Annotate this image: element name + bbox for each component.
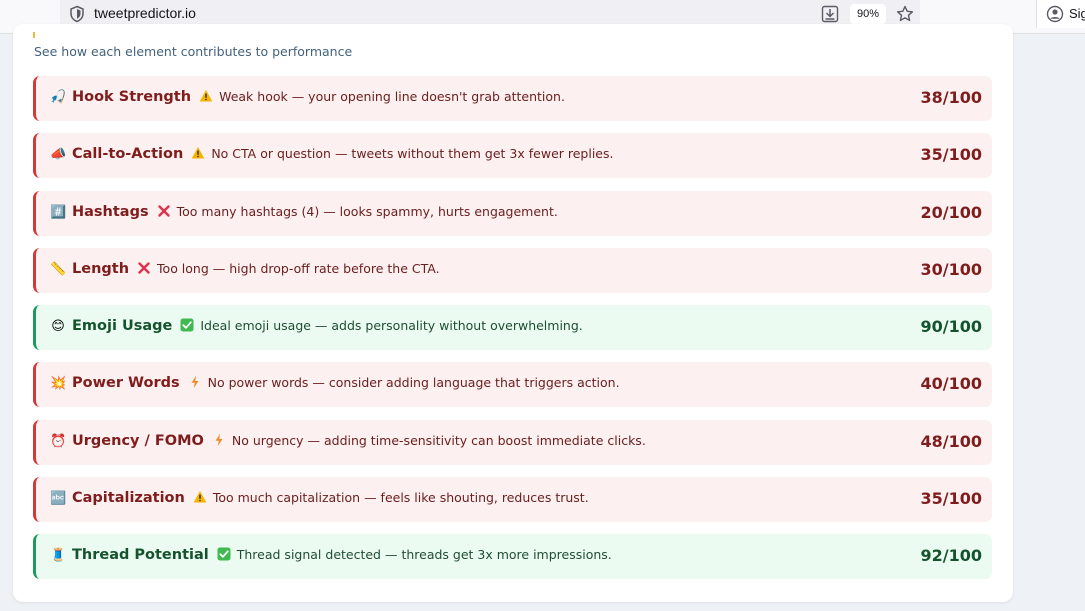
factor-row: 📣 Call-to-Action No CTA or question — twee… [33,133,992,179]
factor-row: #️⃣ Hashtags Too many hashtags (4) — looks… [33,190,992,236]
factor-score: 30/100 [920,259,982,279]
zoom-level-button[interactable]: 90% [850,4,887,24]
factor-label: Capitalization [72,490,185,507]
title-accent [33,32,35,38]
factor-row: ⏰ Urgency / FOMO No urgency — adding time-… [33,419,992,465]
cross-icon [157,204,171,218]
factor-emoji-icon: 🎣 [50,90,67,105]
factor-name: Hashtags Too many hashtags (4) — looks sp… [72,204,558,220]
factor-score: 48/100 [920,431,982,451]
factor-name: Length Too long — high drop-off rate befo… [72,261,440,277]
factor-score: 40/100 [920,374,982,394]
factor-score: 35/100 [920,489,982,509]
factor-message: Too much capitalization — feels like sho… [212,490,589,506]
factor-name: Hook Strength Weak hook — your opening li… [72,89,565,105]
factor-name: Urgency / FOMO No urgency — adding time-s… [72,433,646,449]
factor-emoji-icon: #️⃣ [50,204,67,220]
download-icon[interactable] [820,4,840,24]
factor-name: Call-to-Action No CTA or question — tweet… [72,146,614,162]
factor-row: 💥 Power Words No power words — consider ad… [33,362,992,408]
shield-icon[interactable] [68,5,86,23]
breakdown-card: See how each element contributes to perf… [13,24,1013,602]
factor-label: Emoji Usage [72,318,173,335]
factor-score: 90/100 [920,317,982,337]
factor-score: 38/100 [920,88,982,107]
factor-name: Thread Potential Thread signal detected —… [72,547,612,563]
factor-emoji-icon: 📣 [50,147,67,163]
account-icon [1046,5,1064,23]
factor-score: 92/100 [920,546,982,566]
factor-row: 🔤 Capitalization Too much capitalization —… [33,477,992,523]
sign-in-button[interactable]: Sig [1036,0,1085,28]
warning-icon [191,146,205,160]
factor-emoji-icon: 🧵 [50,548,67,564]
factor-row: 🧵 Thread Potential Thread signal detected … [33,534,992,580]
factor-name: Power Words No power words — consider add… [72,375,620,391]
factor-label: Hook Strength [72,89,192,105]
factor-message: No urgency — adding time-sensitivity can… [231,432,646,448]
factor-message: No power words — consider adding languag… [207,375,620,391]
factor-message: Weak hook — your opening line doesn't gr… [219,89,565,104]
factor-row: 🎣 Hook Strength Weak hook — your opening l… [33,76,992,121]
factor-emoji-icon: 😊 [51,319,65,335]
bolt-icon [212,433,226,447]
factor-message: Thread signal detected — threads get 3x … [236,547,612,563]
sign-in-label: Sig [1069,6,1085,21]
factor-message: Ideal emoji usage — adds personality wit… [200,318,583,334]
bolt-icon [188,375,202,389]
factor-label: Hashtags [72,203,149,220]
factor-message: No CTA or question — tweets without them… [211,146,614,162]
section-subtitle: See how each element contributes to perf… [34,44,353,59]
factor-emoji-icon: 💥 [50,376,67,392]
factor-label: Urgency / FOMO [72,432,204,449]
cross-icon [137,261,151,275]
check-icon [180,318,194,332]
factor-label: Length [72,260,130,277]
factor-row: 📏 Length Too long — high drop-off rate bef… [33,247,992,293]
factor-emoji-icon: 🔤 [50,491,67,507]
factor-score: 20/100 [920,202,982,222]
factor-name: Capitalization Too much capitalization — … [72,490,589,506]
url-text[interactable]: tweetpredictor.io [94,5,196,21]
factor-row: 😊 Emoji Usage Ideal emoji usage — adds per… [33,305,992,351]
check-icon [217,547,231,561]
factor-message: Too long — high drop-off rate before the… [157,260,440,276]
bookmark-star-icon[interactable] [895,4,915,24]
factor-label: Thread Potential [72,547,209,564]
warning-icon [199,89,213,103]
factor-name: Emoji Usage Ideal emoji usage — adds pers… [72,318,583,334]
factor-emoji-icon: 📏 [50,261,67,277]
factor-label: Power Words [72,375,180,392]
factor-emoji-icon: ⏰ [50,433,67,449]
factor-label: Call-to-Action [72,146,184,163]
factor-score: 35/100 [920,145,982,165]
factor-message: Too many hashtags (4) — looks spammy, hu… [176,203,558,219]
warning-icon [193,490,207,504]
factor-list: 🎣 Hook Strength Weak hook — your opening l… [33,76,992,592]
